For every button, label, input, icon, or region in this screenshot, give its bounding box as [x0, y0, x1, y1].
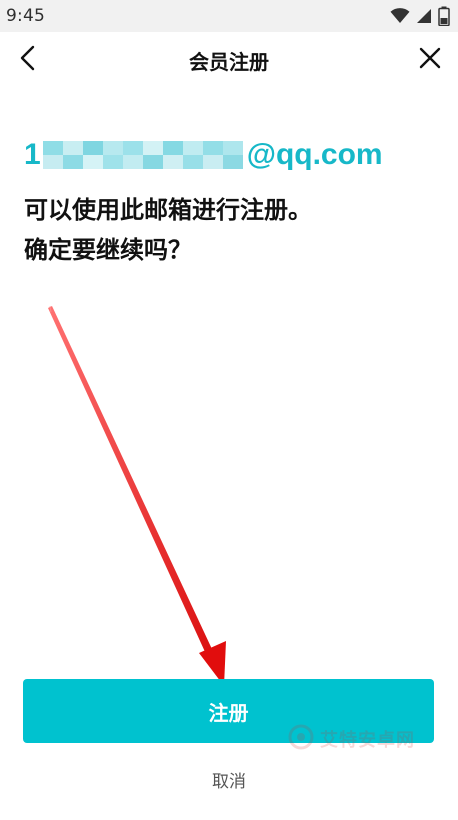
page-title: 会员注册 — [189, 49, 269, 74]
close-button[interactable] — [414, 44, 446, 76]
status-bar: 9:45 — [0, 0, 458, 32]
email-prefix: 1 — [24, 138, 41, 171]
wifi-icon — [390, 8, 410, 24]
close-icon — [419, 47, 441, 73]
back-button[interactable] — [12, 44, 44, 76]
email-redacted-mosaic — [42, 141, 243, 169]
status-time: 9:45 — [6, 6, 45, 26]
watermark: 艾特安卓网 — [288, 724, 415, 754]
watermark-text: 艾特安卓网 — [320, 730, 415, 751]
back-chevron-icon — [19, 45, 37, 75]
cell-signal-icon — [416, 8, 432, 24]
confirmation-message: 可以使用此邮箱进行注册。 确定要继续吗？ — [24, 190, 434, 270]
battery-icon — [438, 6, 450, 26]
watermark-logo-icon — [288, 724, 314, 754]
message-line-2: 确定要继续吗？ — [24, 236, 192, 264]
email-address: 1 @qq.com — [24, 133, 383, 177]
nav-header: 会员注册 — [0, 32, 458, 88]
email-domain: @qq.com — [246, 138, 383, 171]
register-confirm-screen: 9:45 会员注册 1 @qq.com 可以使用此邮箱进行注册。 确定要继续吗？… — [0, 0, 458, 820]
status-icons — [390, 6, 450, 26]
message-line-1: 可以使用此邮箱进行注册。 — [24, 196, 312, 224]
cancel-button[interactable]: 取消 — [0, 762, 458, 796]
